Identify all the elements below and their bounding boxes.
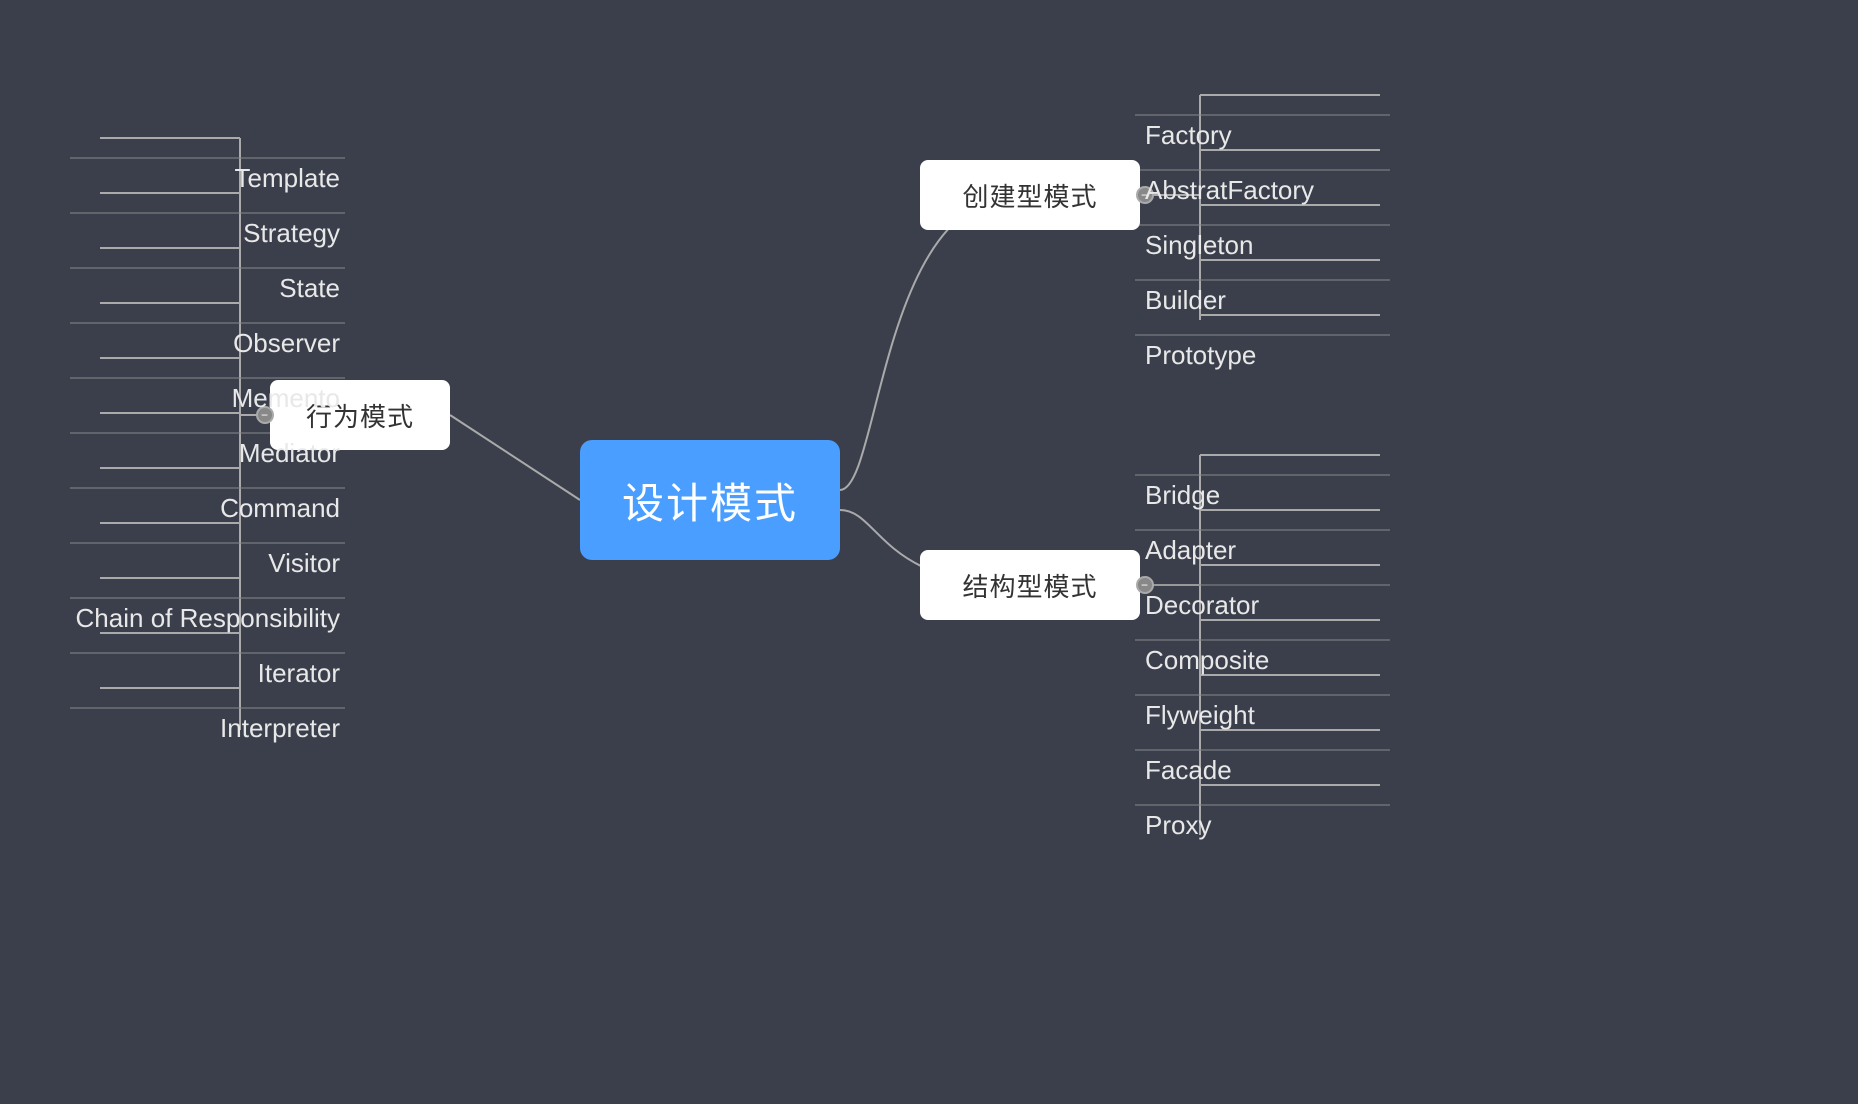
leaf-mediator: Mediator — [75, 438, 340, 469]
leaf-builder: Builder — [1145, 285, 1226, 316]
leaf-interpreter: Interpreter — [75, 713, 340, 744]
leaf-decorator: Decorator — [1145, 590, 1259, 621]
structural-label: 结构型模式 — [962, 567, 1097, 604]
leaf-prototype: Prototype — [1145, 340, 1256, 371]
mid-node-structural[interactable]: 结构型模式 − — [920, 550, 1140, 620]
leaf-state: State — [75, 273, 340, 304]
leaf-iterator: Iterator — [75, 658, 340, 689]
leaf-proxy: Proxy — [1145, 810, 1211, 841]
creational-label: 创建型模式 — [962, 177, 1097, 214]
leaf-chain: Chain of Responsibility — [75, 603, 340, 634]
mindmap-canvas: 设计模式 创建型模式 − 结构型模式 − 行为模式 − Factory Abst… — [0, 0, 1858, 1104]
leaf-command: Command — [75, 493, 340, 524]
leaf-memento: Memento — [75, 383, 340, 414]
center-node[interactable]: 设计模式 — [580, 440, 840, 560]
leaf-adapter: Adapter — [1145, 535, 1236, 566]
leaf-bridge: Bridge — [1145, 480, 1220, 511]
leaf-abstratfactory: AbstratFactory — [1145, 175, 1314, 206]
leaf-composite: Composite — [1145, 645, 1269, 676]
mid-node-creational[interactable]: 创建型模式 − — [920, 160, 1140, 230]
leaf-facade: Facade — [1145, 755, 1232, 786]
leaf-flyweight: Flyweight — [1145, 700, 1255, 731]
leaf-factory: Factory — [1145, 120, 1232, 151]
leaf-strategy: Strategy — [75, 218, 340, 249]
center-label: 设计模式 — [622, 470, 798, 531]
leaf-visitor: Visitor — [75, 548, 340, 579]
leaf-template: Template — [75, 163, 340, 194]
leaf-observer: Observer — [75, 328, 340, 359]
leaf-singleton: Singleton — [1145, 230, 1253, 261]
